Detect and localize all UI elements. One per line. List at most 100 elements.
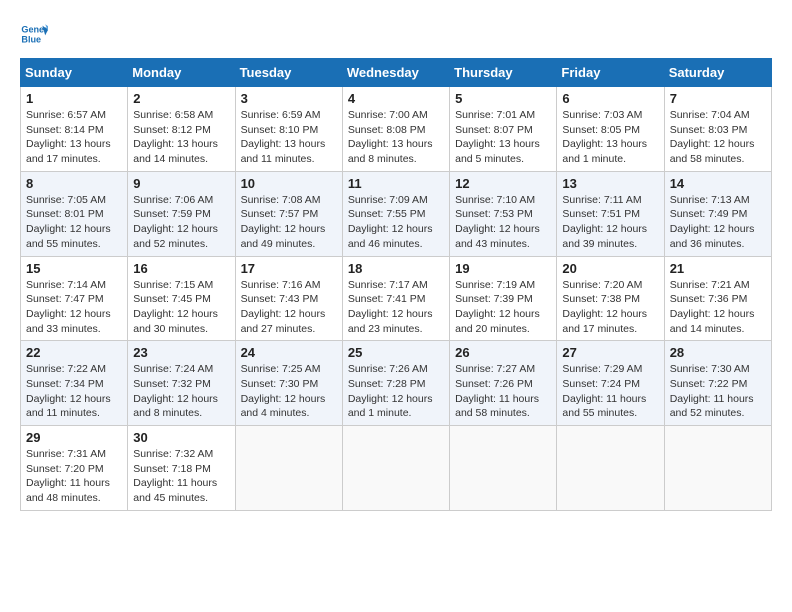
day-content: Sunrise: 7:15 AMSunset: 7:45 PMDaylight:… (133, 278, 229, 337)
day-number: 15 (26, 261, 122, 276)
calendar-cell: 27 Sunrise: 7:29 AMSunset: 7:24 PMDayligh… (557, 341, 664, 426)
day-content: Sunrise: 7:32 AMSunset: 7:18 PMDaylight:… (133, 447, 229, 506)
day-content: Sunrise: 6:58 AMSunset: 8:12 PMDaylight:… (133, 108, 229, 167)
day-content: Sunrise: 7:25 AMSunset: 7:30 PMDaylight:… (241, 362, 337, 421)
day-number: 6 (562, 91, 658, 106)
day-content: Sunrise: 7:10 AMSunset: 7:53 PMDaylight:… (455, 193, 551, 252)
calendar-cell: 20Sunrise: 7:20 AMSunset: 7:38 PMDayligh… (557, 256, 664, 341)
logo-icon: General Blue (20, 20, 48, 48)
day-number: 23 (133, 345, 229, 360)
day-number: 1 (26, 91, 122, 106)
calendar-cell: 29 Sunrise: 7:31 AMSunset: 7:20 PMDayligh… (21, 426, 128, 511)
day-content: Sunrise: 6:59 AMSunset: 8:10 PMDaylight:… (241, 108, 337, 167)
day-content: Sunrise: 7:09 AMSunset: 7:55 PMDaylight:… (348, 193, 444, 252)
calendar-cell: 30 Sunrise: 7:32 AMSunset: 7:18 PMDayligh… (128, 426, 235, 511)
day-number: 29 (26, 430, 122, 445)
day-number: 24 (241, 345, 337, 360)
calendar-cell: 24 Sunrise: 7:25 AMSunset: 7:30 PMDayligh… (235, 341, 342, 426)
day-content: Sunrise: 7:05 AMSunset: 8:01 PMDaylight:… (26, 193, 122, 252)
day-number: 27 (562, 345, 658, 360)
day-content: Sunrise: 7:03 AMSunset: 8:05 PMDaylight:… (562, 108, 658, 167)
day-content: Sunrise: 7:17 AMSunset: 7:41 PMDaylight:… (348, 278, 444, 337)
day-number: 8 (26, 176, 122, 191)
day-number: 28 (670, 345, 766, 360)
calendar-cell: 5 Sunrise: 7:01 AMSunset: 8:07 PMDaylight… (450, 87, 557, 172)
day-number: 13 (562, 176, 658, 191)
calendar-cell: 6 Sunrise: 7:03 AMSunset: 8:05 PMDaylight… (557, 87, 664, 172)
calendar-header-thursday: Thursday (450, 59, 557, 87)
day-number: 30 (133, 430, 229, 445)
calendar-cell: 18 Sunrise: 7:17 AMSunset: 7:41 PMDayligh… (342, 256, 449, 341)
day-content: Sunrise: 7:30 AMSunset: 7:22 PMDaylight:… (670, 362, 766, 421)
day-content: Sunrise: 7:01 AMSunset: 8:07 PMDaylight:… (455, 108, 551, 167)
calendar-cell: 25Sunrise: 7:26 AMSunset: 7:28 PMDayligh… (342, 341, 449, 426)
day-number: 5 (455, 91, 551, 106)
calendar-cell: 15 Sunrise: 7:14 AMSunset: 7:47 PMDayligh… (21, 256, 128, 341)
calendar-week-row: 29 Sunrise: 7:31 AMSunset: 7:20 PMDayligh… (21, 426, 772, 511)
calendar-cell: 9Sunrise: 7:06 AMSunset: 7:59 PMDaylight… (128, 171, 235, 256)
day-number: 26 (455, 345, 551, 360)
calendar-cell: 1 Sunrise: 6:57 AMSunset: 8:14 PMDaylight… (21, 87, 128, 172)
calendar-cell (342, 426, 449, 511)
calendar-cell: 26 Sunrise: 7:27 AMSunset: 7:26 PMDayligh… (450, 341, 557, 426)
day-number: 12 (455, 176, 551, 191)
day-content: Sunrise: 7:08 AMSunset: 7:57 PMDaylight:… (241, 193, 337, 252)
calendar-week-row: 8 Sunrise: 7:05 AMSunset: 8:01 PMDaylight… (21, 171, 772, 256)
calendar-header-monday: Monday (128, 59, 235, 87)
day-content: Sunrise: 7:04 AMSunset: 8:03 PMDaylight:… (670, 108, 766, 167)
day-content: Sunrise: 7:24 AMSunset: 7:32 PMDaylight:… (133, 362, 229, 421)
day-content: Sunrise: 7:19 AMSunset: 7:39 PMDaylight:… (455, 278, 551, 337)
calendar-cell: 4Sunrise: 7:00 AMSunset: 8:08 PMDaylight… (342, 87, 449, 172)
day-number: 4 (348, 91, 444, 106)
calendar-cell: 8 Sunrise: 7:05 AMSunset: 8:01 PMDaylight… (21, 171, 128, 256)
calendar-week-row: 1 Sunrise: 6:57 AMSunset: 8:14 PMDaylight… (21, 87, 772, 172)
day-number: 21 (670, 261, 766, 276)
calendar-header-wednesday: Wednesday (342, 59, 449, 87)
calendar-header-row: SundayMondayTuesdayWednesdayThursdayFrid… (21, 59, 772, 87)
day-content: Sunrise: 7:31 AMSunset: 7:20 PMDaylight:… (26, 447, 122, 506)
day-content: Sunrise: 7:26 AMSunset: 7:28 PMDaylight:… (348, 362, 444, 421)
day-content: Sunrise: 7:11 AMSunset: 7:51 PMDaylight:… (562, 193, 658, 252)
calendar-cell (235, 426, 342, 511)
calendar-header-sunday: Sunday (21, 59, 128, 87)
calendar-cell: 2 Sunrise: 6:58 AMSunset: 8:12 PMDaylight… (128, 87, 235, 172)
calendar-cell: 10 Sunrise: 7:08 AMSunset: 7:57 PMDayligh… (235, 171, 342, 256)
day-content: Sunrise: 6:57 AMSunset: 8:14 PMDaylight:… (26, 108, 122, 167)
calendar-cell: 12 Sunrise: 7:10 AMSunset: 7:53 PMDayligh… (450, 171, 557, 256)
day-content: Sunrise: 7:13 AMSunset: 7:49 PMDaylight:… (670, 193, 766, 252)
calendar-cell (557, 426, 664, 511)
day-number: 7 (670, 91, 766, 106)
day-content: Sunrise: 7:21 AMSunset: 7:36 PMDaylight:… (670, 278, 766, 337)
calendar-cell (450, 426, 557, 511)
day-number: 20 (562, 261, 658, 276)
day-content: Sunrise: 7:14 AMSunset: 7:47 PMDaylight:… (26, 278, 122, 337)
day-number: 17 (241, 261, 337, 276)
day-number: 10 (241, 176, 337, 191)
calendar-header-friday: Friday (557, 59, 664, 87)
calendar-cell: 19 Sunrise: 7:19 AMSunset: 7:39 PMDayligh… (450, 256, 557, 341)
calendar-week-row: 15 Sunrise: 7:14 AMSunset: 7:47 PMDayligh… (21, 256, 772, 341)
calendar-cell: 23 Sunrise: 7:24 AMSunset: 7:32 PMDayligh… (128, 341, 235, 426)
day-number: 16 (133, 261, 229, 276)
calendar-cell: 3 Sunrise: 6:59 AMSunset: 8:10 PMDaylight… (235, 87, 342, 172)
logo: General Blue (20, 20, 52, 48)
day-content: Sunrise: 7:29 AMSunset: 7:24 PMDaylight:… (562, 362, 658, 421)
svg-text:Blue: Blue (21, 34, 41, 44)
calendar-week-row: 22 Sunrise: 7:22 AMSunset: 7:34 PMDayligh… (21, 341, 772, 426)
calendar-body: 1 Sunrise: 6:57 AMSunset: 8:14 PMDaylight… (21, 87, 772, 511)
day-number: 11 (348, 176, 444, 191)
page-header: General Blue (20, 20, 772, 48)
calendar-cell: 11 Sunrise: 7:09 AMSunset: 7:55 PMDayligh… (342, 171, 449, 256)
day-content: Sunrise: 7:22 AMSunset: 7:34 PMDaylight:… (26, 362, 122, 421)
calendar-cell: 13 Sunrise: 7:11 AMSunset: 7:51 PMDayligh… (557, 171, 664, 256)
day-content: Sunrise: 7:27 AMSunset: 7:26 PMDaylight:… (455, 362, 551, 421)
day-number: 19 (455, 261, 551, 276)
day-number: 2 (133, 91, 229, 106)
calendar-cell: 22 Sunrise: 7:22 AMSunset: 7:34 PMDayligh… (21, 341, 128, 426)
calendar-table: SundayMondayTuesdayWednesdayThursdayFrid… (20, 58, 772, 511)
calendar-cell: 16 Sunrise: 7:15 AMSunset: 7:45 PMDayligh… (128, 256, 235, 341)
day-number: 3 (241, 91, 337, 106)
day-content: Sunrise: 7:06 AMSunset: 7:59 PMDaylight:… (133, 193, 229, 252)
day-number: 22 (26, 345, 122, 360)
day-number: 18 (348, 261, 444, 276)
